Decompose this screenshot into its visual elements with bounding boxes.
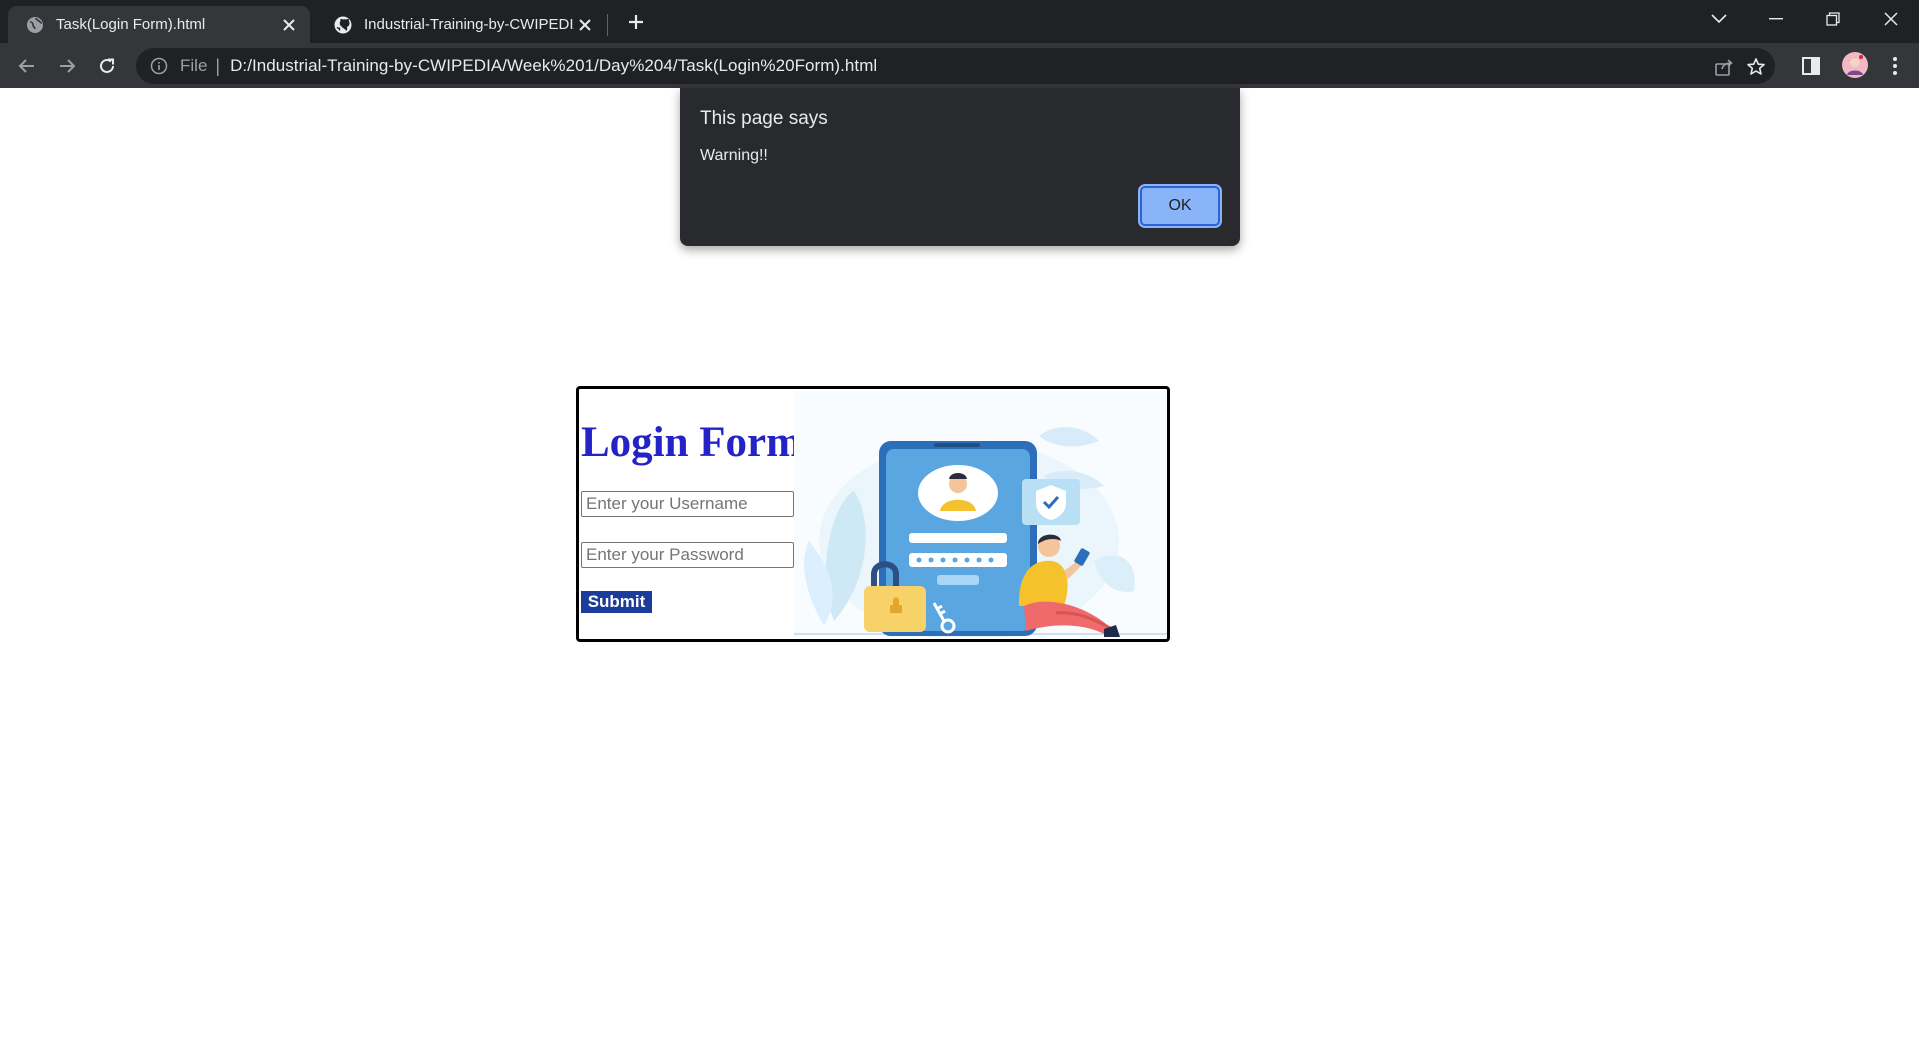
url-text[interactable]: D:/Industrial-Training-by-CWIPEDIA/Week%… [230, 56, 877, 76]
profile-avatar-icon[interactable] [1841, 51, 1869, 79]
tab-login-form[interactable]: Task(Login Form).html [8, 6, 310, 43]
menu-icon[interactable] [1884, 55, 1906, 77]
alert-dialog: This page says Warning!! OK [680, 88, 1240, 246]
chevron-down-icon [1711, 14, 1727, 24]
dialog-title: This page says [700, 108, 828, 129]
tab-search-button[interactable] [1691, 0, 1747, 38]
reload-icon [100, 58, 114, 73]
close-icon [1884, 12, 1898, 26]
close-window-button[interactable] [1863, 0, 1919, 38]
submit-button[interactable]: Submit [581, 591, 652, 613]
share-icon[interactable] [1714, 57, 1734, 77]
address-bar[interactable]: File | D:/Industrial-Training-by-CWIPEDI… [136, 48, 1775, 84]
github-icon [334, 16, 352, 33]
tab-strip: Task(Login Form).html Industrial-Trainin… [0, 0, 1919, 43]
info-icon[interactable] [150, 57, 168, 75]
plus-icon [629, 15, 643, 29]
arrow-right-icon [60, 59, 76, 73]
scheme-divider: | [215, 55, 221, 76]
browser-toolbar: File | D:/Industrial-Training-by-CWIPEDI… [0, 43, 1919, 88]
side-panel-icon[interactable] [1800, 55, 1822, 77]
restore-icon [1826, 12, 1840, 26]
scheme-label: File [180, 56, 208, 75]
username-input[interactable] [581, 491, 794, 517]
close-tab-icon[interactable] [278, 14, 300, 36]
minimize-icon [1769, 18, 1783, 20]
arrow-left-icon [18, 59, 34, 73]
close-tab-icon[interactable] [574, 14, 596, 36]
minimize-button[interactable] [1748, 0, 1804, 38]
new-tab-button[interactable] [622, 8, 650, 36]
password-input[interactable] [581, 542, 794, 568]
dialog-message: Warning!! [700, 147, 768, 164]
forward-button[interactable] [51, 50, 83, 82]
ok-button[interactable]: OK [1140, 186, 1220, 226]
reload-button[interactable] [91, 50, 123, 82]
tab-divider [607, 14, 608, 36]
tab-title: Industrial-Training-by-CWIPEDIA/ [364, 16, 574, 33]
globe-icon [27, 16, 43, 33]
restore-button[interactable] [1805, 0, 1861, 38]
login-illustration [794, 391, 1167, 637]
tab-title: Task(Login Form).html [56, 16, 206, 33]
page-title: Login Form [581, 419, 802, 466]
login-form: Login Form Submit [576, 386, 1170, 642]
back-button[interactable] [11, 50, 43, 82]
tab-github[interactable]: Industrial-Training-by-CWIPEDIA/ [316, 6, 606, 43]
star-icon[interactable] [1746, 57, 1766, 77]
